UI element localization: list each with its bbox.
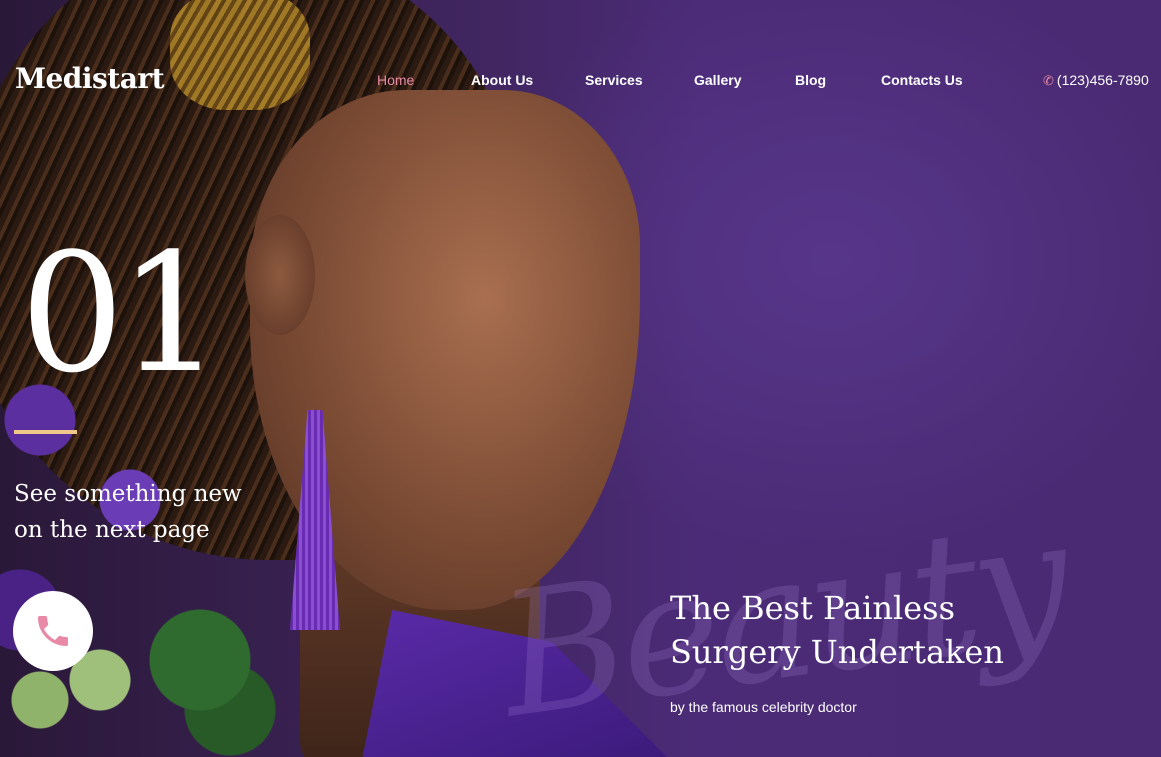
call-button[interactable] (13, 591, 93, 671)
hero-image-hair-highlight (170, 0, 310, 110)
hero-subtitle: by the famous celebrity doctor (670, 699, 857, 715)
nav-item-about-us[interactable]: About Us (471, 72, 533, 88)
nav-item-gallery[interactable]: Gallery (694, 72, 741, 88)
header-phone-link[interactable]: ✆ (123)456-7890 (1043, 72, 1149, 89)
slide-number: 01 (20, 218, 223, 409)
header-phone-number: (123)456-7890 (1056, 72, 1149, 88)
slide-caption-line1: See something new (14, 481, 242, 507)
nav-item-contacts-us[interactable]: Contacts Us (881, 72, 963, 88)
phone-icon (38, 616, 68, 646)
slide-caption-line2: on the next page (14, 517, 210, 543)
hero-headline: The Best Painless Surgery Undertaken (670, 586, 1090, 674)
hero-image-flowers (0, 380, 340, 757)
hero-image-ear (245, 215, 315, 335)
nav-item-home[interactable]: Home (377, 72, 414, 88)
hero-headline-line1: The Best Painless (670, 589, 955, 627)
slide-divider (14, 430, 77, 434)
nav-item-services[interactable]: Services (585, 72, 643, 88)
slide-caption: See something new on the next page (14, 476, 274, 548)
phone-icon: ✆ (1043, 73, 1054, 88)
hero-headline-line2: Surgery Undertaken (670, 633, 1004, 671)
nav-item-blog[interactable]: Blog (795, 72, 826, 88)
site-logo[interactable]: Medistart (15, 62, 165, 95)
